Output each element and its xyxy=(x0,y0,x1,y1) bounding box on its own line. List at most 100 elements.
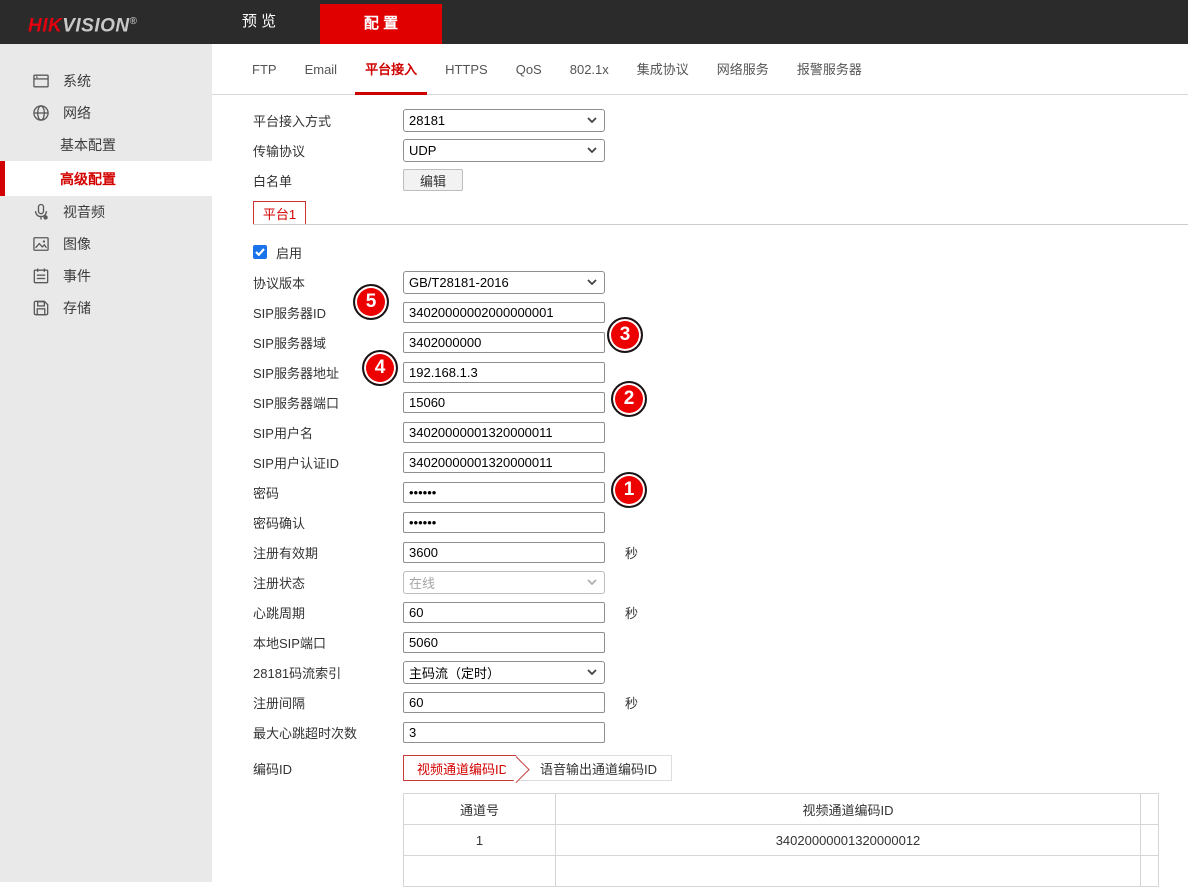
seconds-unit: 秒 xyxy=(625,693,638,712)
sidebar-item-network[interactable]: 网络 xyxy=(0,97,212,129)
network-globe-icon xyxy=(30,102,52,124)
sip-server-id-input[interactable] xyxy=(403,302,605,323)
whitelist-edit-button[interactable]: 编辑 xyxy=(403,169,463,191)
main-nav: 预 览 配 置 xyxy=(198,0,442,44)
registration-interval-input[interactable] xyxy=(403,692,605,713)
tab-platform-access[interactable]: 平台接入 xyxy=(351,44,431,95)
whitelist-label: 白名单 xyxy=(253,171,403,190)
heartbeat-interval-input[interactable] xyxy=(403,602,605,623)
encode-id-tabs: 视频通道编码ID 语音输出通道编码ID xyxy=(403,755,672,781)
select-value: GB/T28181-2016 xyxy=(409,275,509,290)
tab-video-channel-encode-id[interactable]: 视频通道编码ID xyxy=(403,755,516,781)
transport-protocol-select[interactable]: UDP xyxy=(403,139,605,162)
platform1-section: 启用 协议版本 GB/T28181-2016 SIP服务器ID SIP服务器域 … xyxy=(253,237,1188,887)
sidebar-item-label: 视音频 xyxy=(63,202,105,222)
sip-username-input[interactable] xyxy=(403,422,605,443)
tab-https[interactable]: HTTPS xyxy=(431,44,502,95)
platform-access-form: 平台接入方式 28181 传输协议 UDP 白名单 编辑 平台1 xyxy=(212,95,1188,887)
registration-status-label: 注册状态 xyxy=(253,573,403,592)
local-sip-port-input[interactable] xyxy=(403,632,605,653)
max-heartbeat-timeout-input[interactable] xyxy=(403,722,605,743)
chevron-down-icon xyxy=(587,147,597,153)
sidebar-item-storage[interactable]: 存储 xyxy=(0,292,212,324)
tab-integration-protocol[interactable]: 集成协议 xyxy=(623,44,703,95)
tab-email[interactable]: Email xyxy=(291,44,352,95)
callout-badge-5: 5 xyxy=(353,284,389,320)
seconds-unit: 秒 xyxy=(625,543,638,562)
chevron-down-icon xyxy=(587,669,597,675)
sip-auth-id-label: SIP用户认证ID xyxy=(253,453,403,472)
registration-validity-input[interactable] xyxy=(403,542,605,563)
password-input[interactable] xyxy=(403,482,605,503)
stream-index-select[interactable]: 主码流（定时） xyxy=(403,661,605,684)
callout-badge-2: 2 xyxy=(611,381,647,417)
password-confirm-input[interactable] xyxy=(403,512,605,533)
select-value: 28181 xyxy=(409,113,445,128)
tab-qos[interactable]: QoS xyxy=(502,44,556,95)
column-header-channel: 通道号 xyxy=(404,794,556,825)
chevron-down-icon xyxy=(587,579,597,585)
select-value: 主码流（定时） xyxy=(409,663,500,682)
sidebar-item-label: 网络 xyxy=(63,103,91,123)
cell-encode-id: 34020000001320000012 xyxy=(556,825,1141,856)
sip-server-port-label: SIP服务器端口 xyxy=(253,393,403,412)
sip-server-domain-label: SIP服务器域 xyxy=(253,333,403,352)
event-calendar-icon xyxy=(30,265,52,287)
nav-tab-preview[interactable]: 预 览 xyxy=(198,0,320,44)
password-confirm-label: 密码确认 xyxy=(253,513,403,532)
settings-tabbar: FTP Email 平台接入 HTTPS QoS 802.1x 集成协议 网络服… xyxy=(212,44,1188,95)
local-sip-port-label: 本地SIP端口 xyxy=(253,633,403,652)
tab-platform1[interactable]: 平台1 xyxy=(253,201,306,224)
access-mode-select[interactable]: 28181 xyxy=(403,109,605,132)
encode-id-label: 编码ID xyxy=(253,759,403,778)
storage-disk-icon xyxy=(30,297,52,319)
tab-network-service[interactable]: 网络服务 xyxy=(703,44,783,95)
tab-alarm-server[interactable]: 报警服务器 xyxy=(783,44,876,95)
nav-tab-config[interactable]: 配 置 xyxy=(320,4,442,44)
sidebar-item-event[interactable]: 事件 xyxy=(0,260,212,292)
callout-badge-3: 3 xyxy=(607,317,643,353)
sidebar-item-image[interactable]: 图像 xyxy=(0,228,212,260)
registration-status-select: 在线 xyxy=(403,571,605,594)
password-label: 密码 xyxy=(253,483,403,502)
image-icon xyxy=(30,233,52,255)
sidebar-item-system[interactable]: 系统 xyxy=(0,65,212,97)
max-heartbeat-timeout-label: 最大心跳超时次数 xyxy=(253,723,403,742)
tab-8021x[interactable]: 802.1x xyxy=(556,44,623,95)
chevron-down-icon xyxy=(587,117,597,123)
platform-tab-strip: 平台1 xyxy=(253,201,1188,225)
sidebar-item-audio-video[interactable]: 视音频 xyxy=(0,196,212,228)
sidebar-item-advanced-config[interactable]: 高级配置 xyxy=(0,161,212,196)
sidebar-item-basic-config[interactable]: 基本配置 xyxy=(0,129,212,161)
table-row[interactable]: 1 34020000001320000012 xyxy=(404,825,1159,856)
sip-server-port-input[interactable] xyxy=(403,392,605,413)
logo-vision: VISION xyxy=(62,15,129,36)
column-header-extra xyxy=(1141,794,1159,825)
chevron-down-icon xyxy=(587,279,597,285)
select-value: UDP xyxy=(409,143,436,158)
check-icon xyxy=(255,248,265,256)
protocol-version-select[interactable]: GB/T28181-2016 xyxy=(403,271,605,294)
enable-label: 启用 xyxy=(276,243,302,262)
transport-protocol-label: 传输协议 xyxy=(253,141,403,160)
heartbeat-interval-label: 心跳周期 xyxy=(253,603,403,622)
callout-badge-1: 1 xyxy=(611,472,647,508)
top-bar: HIKVISION® 预 览 配 置 xyxy=(0,0,1188,44)
callout-badge-4: 4 xyxy=(362,350,398,386)
tab-audio-output-encode-id[interactable]: 语音输出通道编码ID xyxy=(516,755,672,781)
hikvision-logo: HIKVISION® xyxy=(28,0,138,44)
cell-extra xyxy=(1141,825,1159,856)
sip-auth-id-input[interactable] xyxy=(403,452,605,473)
registration-interval-label: 注册间隔 xyxy=(253,693,403,712)
sidebar-item-label: 系统 xyxy=(63,71,91,91)
tab-ftp[interactable]: FTP xyxy=(238,44,291,95)
main-content: FTP Email 平台接入 HTTPS QoS 802.1x 集成协议 网络服… xyxy=(212,44,1188,882)
system-window-icon xyxy=(30,70,52,92)
enable-checkbox[interactable] xyxy=(253,245,267,259)
sidebar: 系统 网络 基本配置 高级配置 视音频 图像 事件 存储 xyxy=(0,44,212,882)
sip-server-domain-input[interactable] xyxy=(403,332,605,353)
sip-server-address-input[interactable] xyxy=(403,362,605,383)
table-header-row: 通道号 视频通道编码ID xyxy=(404,794,1159,825)
sidebar-item-label: 事件 xyxy=(63,266,91,286)
stream-index-label: 28181码流索引 xyxy=(253,663,403,682)
